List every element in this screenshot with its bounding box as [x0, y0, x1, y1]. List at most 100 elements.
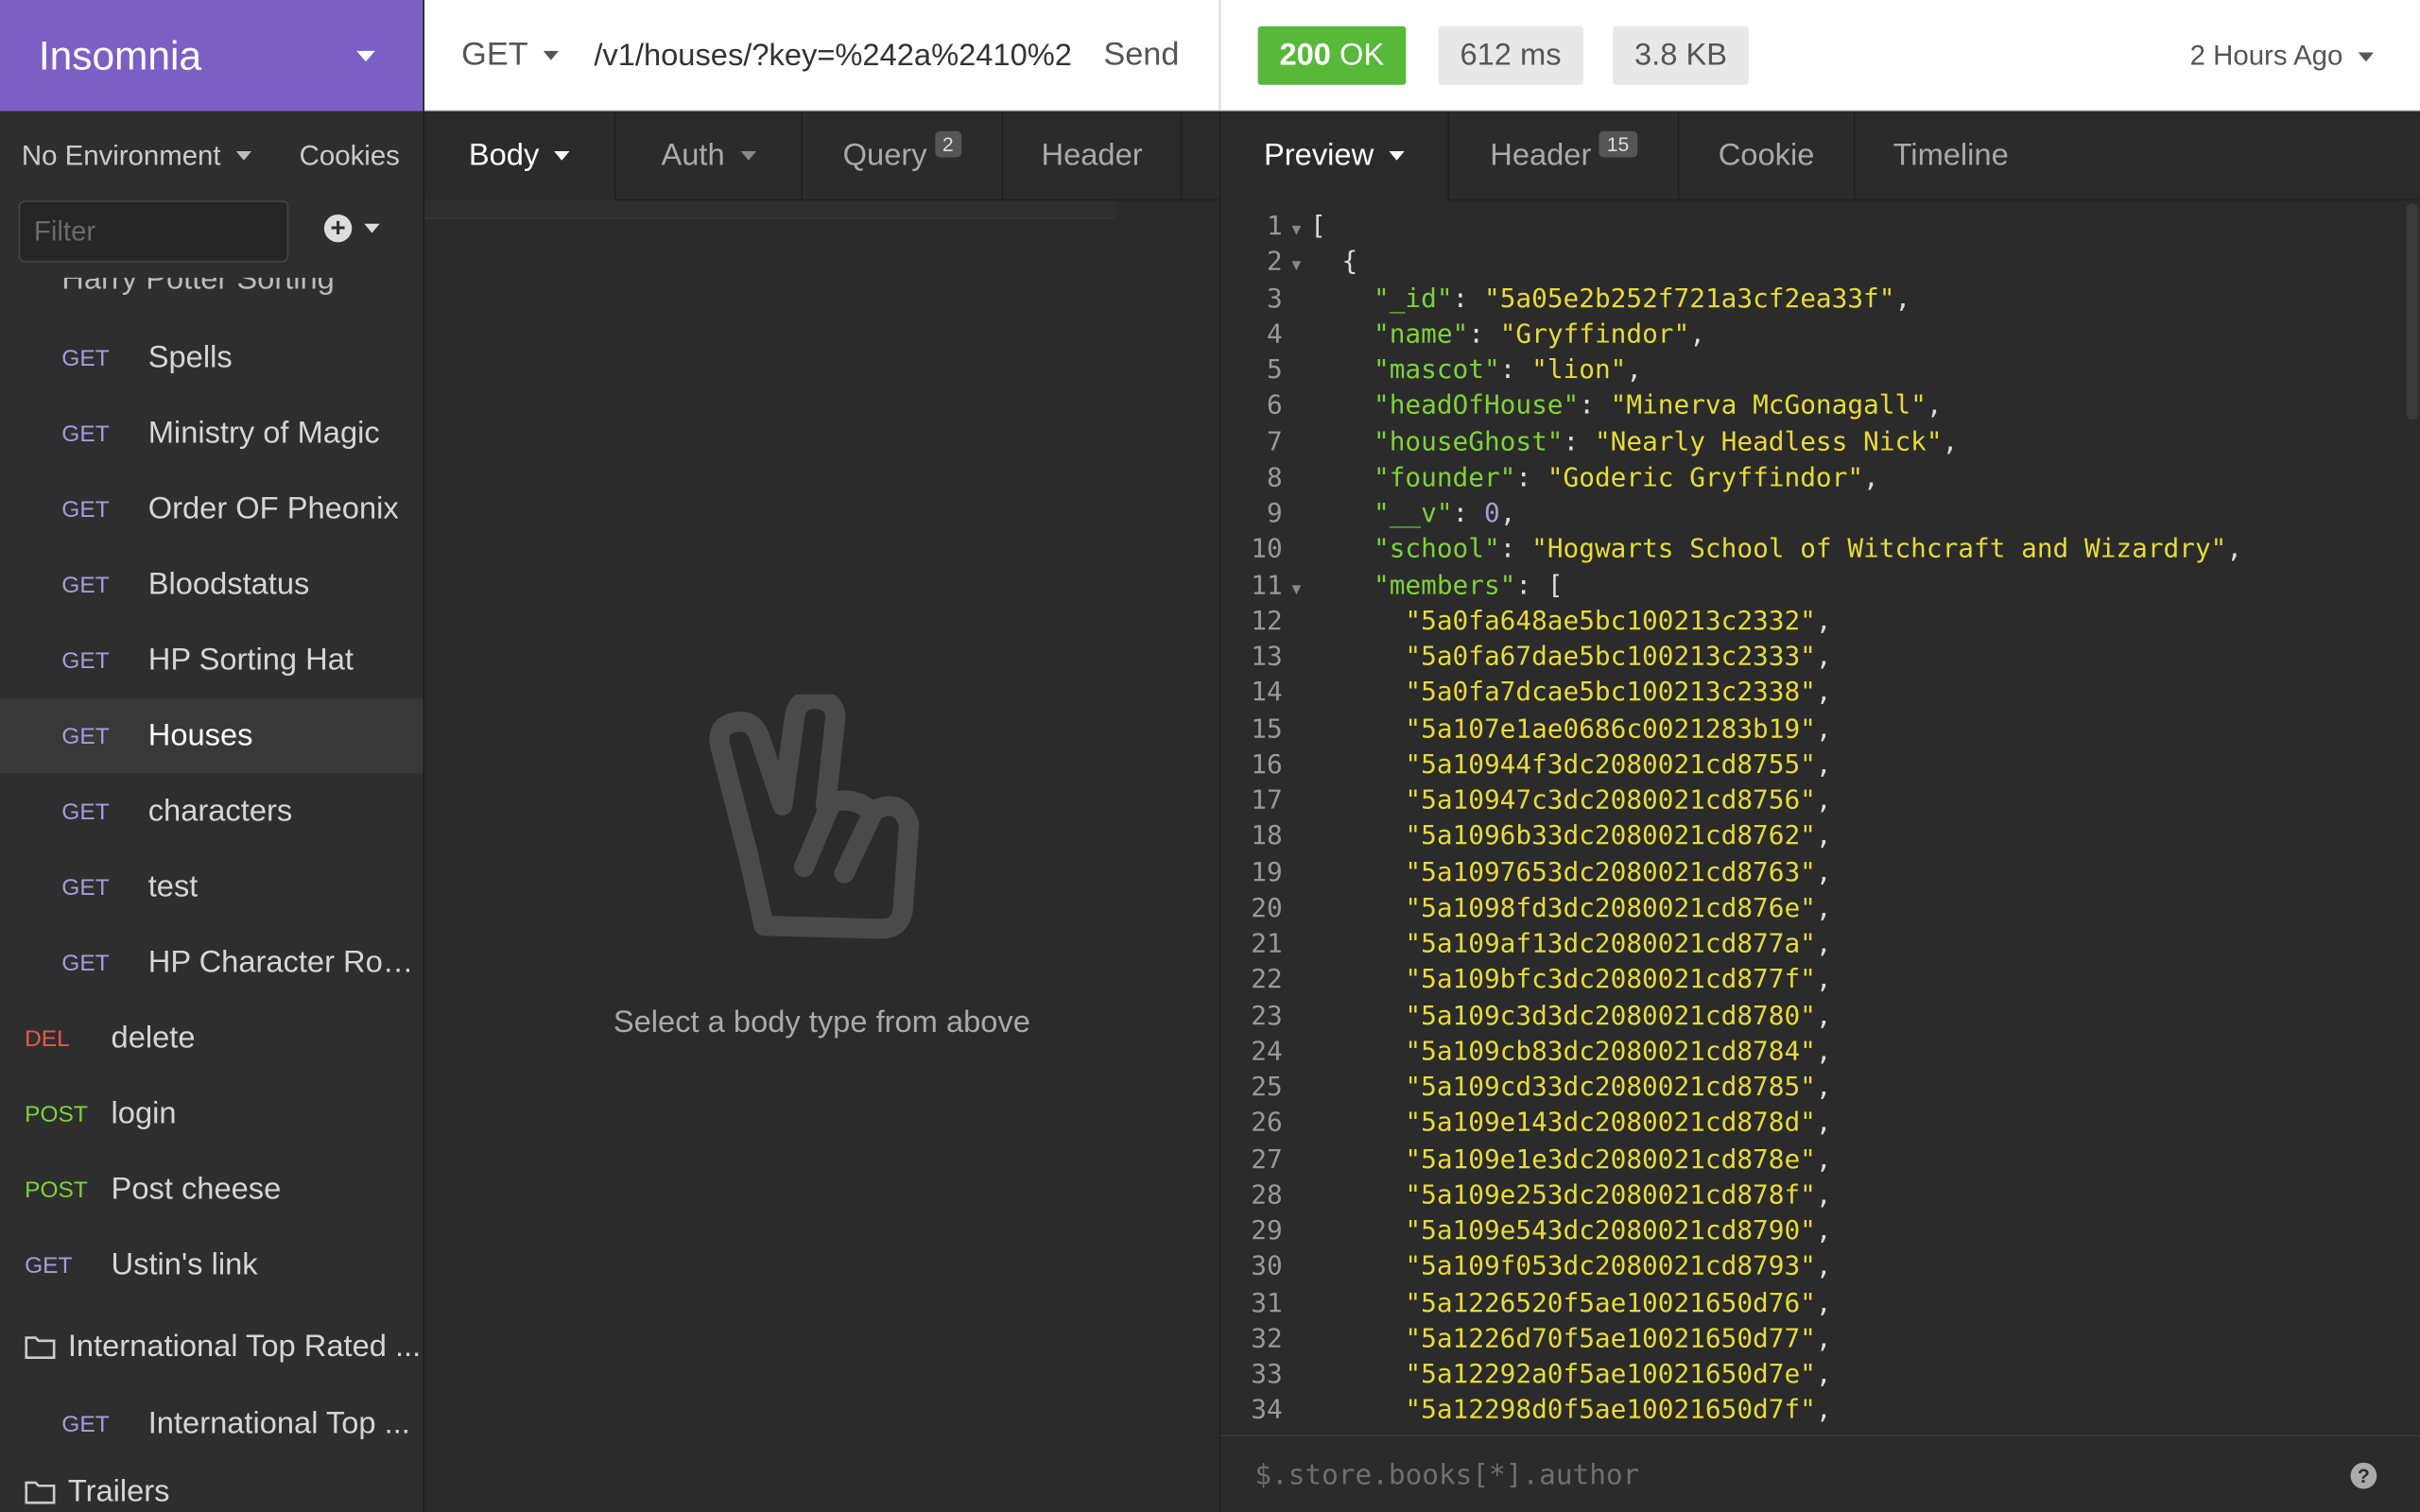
- help-icon[interactable]: ?: [2350, 1462, 2377, 1489]
- code-line: 24 "5a109cb83dc2080021cd8784",: [1220, 1035, 2394, 1071]
- fold-caret-icon[interactable]: ▼: [1283, 213, 1310, 249]
- code-line: 4 "name": "Gryffindor",: [1220, 318, 2394, 353]
- code-text: "houseGhost": "Nearly Headless Nick",: [1373, 426, 1959, 458]
- sidebar-item-spells[interactable]: GET Spells: [0, 321, 423, 395]
- sidebar-item-characters[interactable]: GET characters: [0, 775, 423, 849]
- code-text: "5a109cb83dc2080021cd8784",: [1405, 1036, 1832, 1068]
- code-line: 9 "__v": 0,: [1220, 497, 2394, 533]
- sidebar-item-houses[interactable]: GET Houses: [0, 698, 424, 773]
- chevron-down-icon: [739, 151, 756, 161]
- method-tag: GET: [61, 1411, 110, 1437]
- response-preview[interactable]: 1 ▼[2 ▼ {3 "_id": "5a05e2b252f721a3cf2ea33…: [1219, 200, 2420, 1435]
- line-number: 25: [1251, 1072, 1283, 1104]
- add-request-button[interactable]: +: [323, 214, 380, 243]
- workspace-menu[interactable]: Insomnia: [0, 0, 424, 112]
- code-text: "5a1097653dc2080021cd8763",: [1405, 856, 1832, 888]
- code-line: 23 "5a109c3d3dc2080021cd8780",: [1220, 999, 2394, 1035]
- method-tag: GET: [61, 798, 110, 825]
- method-dropdown[interactable]: GET: [461, 37, 560, 74]
- code-text: "__v": 0,: [1373, 498, 1516, 529]
- line-number: 11: [1251, 570, 1283, 601]
- code-line: 19 "5a1097653dc2080021cd8763",: [1220, 855, 2394, 891]
- code-line: 18 "5a1096b33dc2080021cd8762",: [1220, 819, 2394, 855]
- code-text: "5a1098fd3dc2080021cd876e",: [1405, 892, 1832, 924]
- method-tag: GET: [61, 646, 110, 674]
- history-label: 2 Hours Ago: [2189, 40, 2343, 72]
- sidebar-item-partial[interactable]: Harry Potter Sorting: [61, 278, 417, 298]
- request-name: Spells: [147, 340, 233, 374]
- fold-caret-icon[interactable]: ▼: [1283, 249, 1310, 284]
- request-name: Ministry of Magic: [147, 416, 380, 450]
- line-number: 17: [1251, 785, 1283, 816]
- line-number: 12: [1251, 606, 1283, 637]
- line-number: 30: [1251, 1251, 1283, 1283]
- sidebar-item-order-of-pheonix[interactable]: GET Order OF Pheonix: [0, 472, 423, 546]
- code-text: "_id": "5a05e2b252f721a3cf2ea33f",: [1373, 283, 1911, 315]
- code-text: [: [1310, 211, 1326, 243]
- code-text: "5a10947c3dc2080021cd8756",: [1405, 785, 1832, 816]
- tab-timeline[interactable]: Timeline: [1855, 112, 2046, 201]
- line-number: 33: [1251, 1359, 1283, 1391]
- request-list: Harry Potter Sorting GET Spells GET Ministr…: [0, 278, 424, 1512]
- scrollbar[interactable]: [2404, 200, 2420, 1435]
- line-number: 9: [1267, 498, 1283, 529]
- code-line: 21 "5a109af13dc2080021cd877a",: [1220, 927, 2394, 963]
- tab-response-header-label: Header: [1490, 138, 1592, 173]
- tab-response-header[interactable]: Header 15: [1449, 112, 1678, 201]
- environment-row: No Environment Cookies: [0, 112, 423, 201]
- environment-dropdown[interactable]: No Environment: [22, 140, 252, 172]
- sidebar-item-test[interactable]: GET test: [0, 850, 423, 924]
- sidebar-item-ustin-s-link[interactable]: GET Ustin's link: [0, 1228, 423, 1302]
- request-name: HP Character Rou...: [147, 945, 424, 979]
- code-line: 12 "5a0fa648ae5bc100213c2332",: [1220, 605, 2394, 641]
- line-number: 27: [1251, 1143, 1283, 1176]
- scrollbar-thumb[interactable]: [2406, 203, 2419, 421]
- line-number: 29: [1251, 1215, 1283, 1247]
- sidebar-item-post-cheese[interactable]: POST Post cheese: [0, 1153, 423, 1227]
- tab-query[interactable]: Query 2: [803, 112, 1002, 201]
- url-input[interactable]: [594, 30, 1073, 80]
- peace-hand-icon: [709, 694, 920, 939]
- sidebar-item-hp-sorting-hat[interactable]: GET HP Sorting Hat: [0, 624, 423, 697]
- sidebar-item-delete[interactable]: DEL delete: [0, 1002, 423, 1075]
- code-text: "5a1226d70f5ae10021650d77",: [1405, 1323, 1832, 1355]
- tab-auth[interactable]: Auth: [615, 112, 801, 201]
- sidebar-item-bloodstatus[interactable]: GET Bloodstatus: [0, 548, 423, 622]
- jsonpath-filter-input[interactable]: [1254, 1454, 2258, 1496]
- code-line: 10 "school": "Hogwarts School of Witchcr…: [1220, 533, 2394, 569]
- chevron-down-icon: [235, 151, 252, 161]
- cookies-button[interactable]: Cookies: [300, 140, 400, 172]
- request-name: Houses: [147, 718, 253, 752]
- app-name: Insomnia: [38, 31, 202, 78]
- code-text: {: [1310, 247, 1358, 279]
- method-tag: POST: [25, 1176, 88, 1203]
- status-code: 200: [1279, 38, 1331, 73]
- folder-international[interactable]: International Top Rated ...: [25, 1310, 423, 1383]
- request-tabs: Body Auth Query 2 Header: [424, 111, 1219, 201]
- code-text: "5a109e143dc2080021cd878d",: [1405, 1108, 1832, 1140]
- tab-header[interactable]: Header: [1003, 112, 1181, 201]
- tab-preview[interactable]: Preview: [1220, 111, 1448, 201]
- tab-cookie[interactable]: Cookie: [1679, 112, 1853, 201]
- method-tag: GET: [61, 873, 110, 901]
- line-number: 22: [1251, 964, 1283, 996]
- sidebar-item-international-top[interactable]: GET International Top ...: [0, 1387, 423, 1461]
- code-text: "founder": "Goderic Gryffindor",: [1373, 462, 1879, 494]
- response-history-dropdown[interactable]: 2 Hours Ago: [2189, 40, 2375, 72]
- sidebar-item-hp-character-rou[interactable]: GET HP Character Rou...: [0, 926, 424, 1000]
- tab-query-label: Query: [842, 138, 927, 173]
- folder-trailers[interactable]: Trailers: [25, 1461, 423, 1512]
- code-text: "5a109e253dc2080021cd878f",: [1405, 1179, 1832, 1211]
- sidebar-item-ministry-of-magic[interactable]: GET Ministry of Magic: [0, 397, 423, 471]
- send-button[interactable]: Send: [1103, 37, 1179, 74]
- query-count-badge: 2: [934, 129, 961, 157]
- tab-divider: [1180, 111, 1183, 201]
- fold-caret-icon[interactable]: ▼: [1283, 572, 1310, 608]
- tab-body[interactable]: Body: [424, 111, 614, 201]
- line-number: 4: [1267, 318, 1283, 351]
- code-line: 5 "mascot": "lion",: [1220, 353, 2394, 389]
- filter-input[interactable]: [18, 200, 289, 263]
- response-filter-bar: ?: [1219, 1435, 2420, 1512]
- sidebar-item-login[interactable]: POST login: [0, 1077, 423, 1151]
- line-number: 3: [1267, 283, 1283, 315]
